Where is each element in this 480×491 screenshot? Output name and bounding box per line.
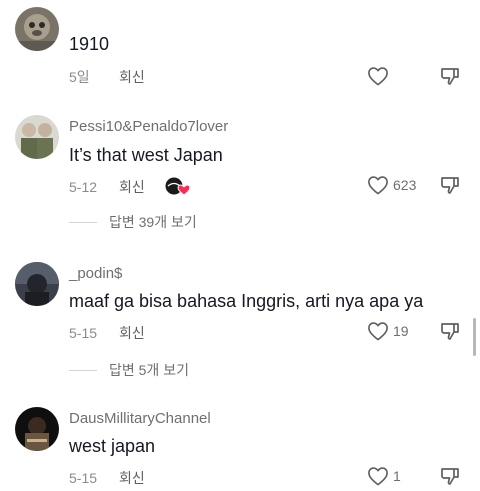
reply-button[interactable]: 회신	[119, 323, 145, 343]
view-replies-label: 답변 39개 보기	[109, 214, 197, 230]
creator-liked-badge	[163, 177, 191, 197]
comment-date: 5-12	[69, 179, 98, 195]
view-replies-label: 답변 5개 보기	[109, 362, 189, 378]
thumbs-down-icon	[441, 468, 459, 485]
avatar[interactable]	[15, 7, 59, 51]
comment-text: 1910	[69, 34, 110, 54]
avatar[interactable]	[15, 262, 59, 306]
divider	[69, 221, 97, 223]
comment-text: west japan	[69, 436, 156, 456]
like-button[interactable]: 1	[367, 466, 401, 486]
thumbs-down-icon	[441, 323, 459, 340]
comment-date: 5-15	[69, 325, 98, 341]
comment-meta: 5-12 회신	[69, 177, 145, 197]
heart-outline-icon	[368, 467, 388, 486]
comment-username[interactable]: _podin$	[69, 265, 122, 282]
avatar-image	[15, 262, 59, 306]
scrollbar[interactable]	[473, 318, 476, 356]
heart-outline-icon	[368, 176, 388, 195]
creator-liked-badge-icon	[165, 177, 191, 196]
like-count: 1	[393, 468, 401, 484]
dislike-button[interactable]	[440, 466, 460, 486]
dislike-button[interactable]	[440, 66, 460, 86]
avatar-image	[15, 7, 59, 51]
like-button[interactable]	[367, 66, 389, 86]
comment-date: 5-15	[69, 470, 98, 486]
reply-button[interactable]: 회신	[119, 67, 145, 87]
like-button[interactable]: 19	[367, 321, 409, 341]
comment-text: It’s that west Japan	[69, 145, 223, 165]
view-replies-button[interactable]: 답변 39개 보기	[69, 212, 197, 232]
heart-outline-icon	[368, 322, 388, 341]
comment-meta: 5-15 회신	[69, 323, 145, 343]
comment-username[interactable]: DausMillitaryChannel	[69, 410, 211, 427]
view-replies-button[interactable]: 답변 5개 보기	[69, 360, 189, 380]
dislike-button[interactable]	[440, 321, 460, 341]
like-count: 623	[393, 177, 417, 193]
divider	[69, 369, 97, 371]
avatar[interactable]	[15, 115, 59, 159]
avatar-image	[15, 115, 59, 159]
thumbs-down-icon	[441, 177, 459, 194]
comment-meta: 5-15 회신	[69, 468, 145, 488]
like-button[interactable]: 623	[367, 175, 416, 195]
comment-text: maaf ga bisa bahasa Inggris, arti nya ap…	[69, 291, 424, 311]
dislike-button[interactable]	[440, 175, 460, 195]
avatar-image	[15, 407, 59, 451]
comment-date: 5일	[69, 69, 90, 85]
reply-button[interactable]: 회신	[119, 468, 145, 488]
avatar[interactable]	[15, 407, 59, 451]
heart-outline-icon	[368, 67, 388, 86]
comment-username[interactable]: Pessi10&Penaldo7lover	[69, 118, 228, 135]
comment-meta: 5일 회신	[69, 67, 145, 87]
thumbs-down-icon	[441, 68, 459, 85]
like-count: 19	[393, 323, 409, 339]
reply-button[interactable]: 회신	[119, 177, 145, 197]
